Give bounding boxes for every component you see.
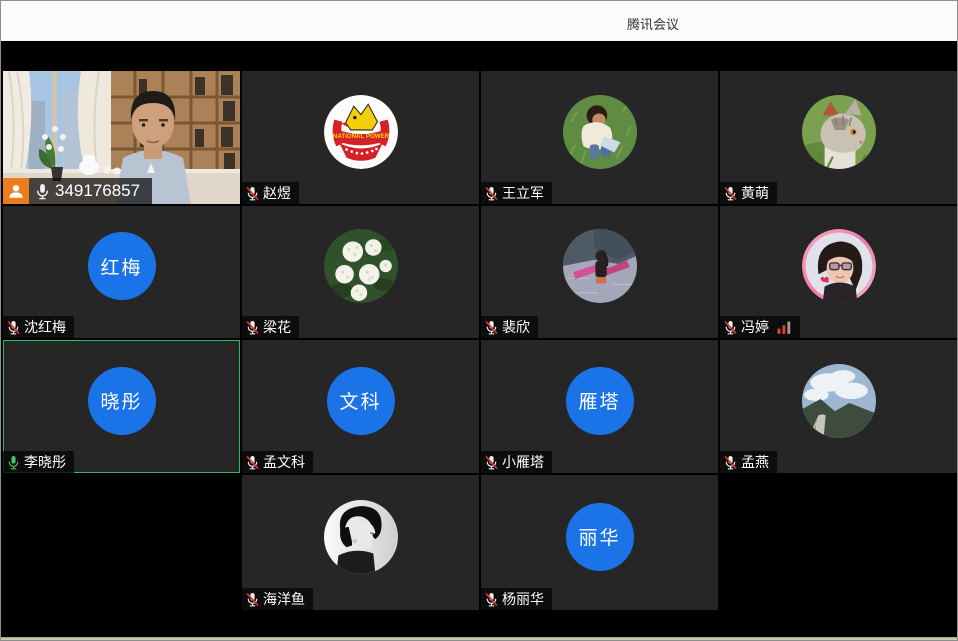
avatar-cat-photo <box>802 95 876 169</box>
avatar-initials: 丽华 <box>566 503 634 571</box>
avatar-initials: 红梅 <box>88 232 156 300</box>
participant-name: 沈红梅 <box>24 317 66 337</box>
participant-tile-self[interactable]: 349176857 <box>3 71 240 204</box>
window-bottom-edge <box>1 637 957 640</box>
name-label: 冯婷 <box>720 316 800 338</box>
avatar-initials: 文科 <box>327 367 395 435</box>
participant-tile[interactable]: 裴欣 <box>481 206 718 338</box>
mic-muted-icon <box>484 186 499 201</box>
mic-muted-icon <box>723 320 738 335</box>
participant-tile[interactable]: 孟燕 <box>720 340 957 473</box>
meeting-window: 腾讯会议 <box>0 0 958 641</box>
mic-on-icon <box>34 183 51 200</box>
name-label: 杨丽华 <box>481 588 552 610</box>
participant-tile[interactable]: 丽华 杨丽华 <box>481 475 718 610</box>
participant-tile-active-speaker[interactable]: 晓彤 李晓彤 <box>3 340 240 473</box>
participant-name: 海洋鱼 <box>263 589 305 609</box>
participant-name: 小雁塔 <box>502 452 544 472</box>
avatar-initials: 晓彤 <box>88 367 156 435</box>
avatar-bw-portrait-photo <box>324 500 398 574</box>
name-label: 沈红梅 <box>3 316 74 338</box>
badge-text: NATIONAL POWER <box>332 133 389 140</box>
participant-name: 孟燕 <box>741 452 769 472</box>
participant-tile[interactable]: 王立军 <box>481 71 718 204</box>
mic-muted-icon <box>484 592 499 607</box>
name-label: 王立军 <box>481 182 552 204</box>
participant-name: 冯婷 <box>741 317 769 337</box>
participant-name: 349176857 <box>55 181 140 201</box>
name-label: 李晓彤 <box>3 451 74 473</box>
mic-speaking-icon <box>6 455 21 470</box>
mic-muted-icon <box>723 455 738 470</box>
mic-muted-icon <box>6 320 21 335</box>
participant-name: 裴欣 <box>502 317 530 337</box>
name-label: 裴欣 <box>481 316 538 338</box>
weak-network-icon <box>777 321 792 334</box>
participant-name: 黄萌 <box>741 183 769 203</box>
name-label: 孟燕 <box>720 451 777 473</box>
participant-tile[interactable]: 文科 孟文科 <box>242 340 479 473</box>
mic-muted-icon <box>245 186 260 201</box>
name-label: 小雁塔 <box>481 451 552 473</box>
participant-tile[interactable]: NATIONAL POWER 赵煜 <box>242 71 479 204</box>
mic-muted-icon <box>484 320 499 335</box>
participant-name: 李晓彤 <box>24 452 66 472</box>
participant-tile[interactable]: 红梅 沈红梅 <box>3 206 240 338</box>
avatar-badge-logo: NATIONAL POWER <box>324 95 398 169</box>
avatar-mountain-photo <box>802 364 876 438</box>
mic-muted-icon <box>484 455 499 470</box>
participant-tile[interactable]: 黄萌 <box>720 71 957 204</box>
name-label: 海洋鱼 <box>242 588 313 610</box>
mic-muted-icon <box>245 455 260 470</box>
mic-muted-icon <box>245 592 260 607</box>
avatar-lake-photo <box>563 229 637 303</box>
participant-name: 杨丽华 <box>502 589 544 609</box>
avatar-flowers-photo <box>324 229 398 303</box>
mic-muted-icon <box>723 186 738 201</box>
participant-name: 梁花 <box>263 317 291 337</box>
name-label: 梁花 <box>242 316 299 338</box>
participant-grid: 349176857 NATIONAL POWER <box>3 71 957 610</box>
participant-name: 赵煜 <box>263 183 291 203</box>
participant-tile[interactable]: 梁花 <box>242 206 479 338</box>
participant-name: 孟文科 <box>263 452 305 472</box>
participant-name: 王立军 <box>502 183 544 203</box>
participant-tile[interactable]: 冯婷 <box>720 206 957 338</box>
person-icon <box>7 182 25 200</box>
self-name-label: 349176857 <box>3 178 152 204</box>
mic-muted-icon <box>245 320 260 335</box>
avatar-initials: 雁塔 <box>566 367 634 435</box>
name-label: 孟文科 <box>242 451 313 473</box>
name-label: 黄萌 <box>720 182 777 204</box>
window-titlebar: 腾讯会议 <box>1 1 957 41</box>
participant-tile[interactable]: 海洋鱼 <box>242 475 479 610</box>
avatar-selfie-photo <box>802 229 876 303</box>
avatar-child-photo <box>563 95 637 169</box>
participant-tile[interactable]: 雁塔 小雁塔 <box>481 340 718 473</box>
member-role-icon <box>3 178 29 204</box>
app-title: 腾讯会议 <box>627 14 679 33</box>
name-label: 赵煜 <box>242 182 299 204</box>
